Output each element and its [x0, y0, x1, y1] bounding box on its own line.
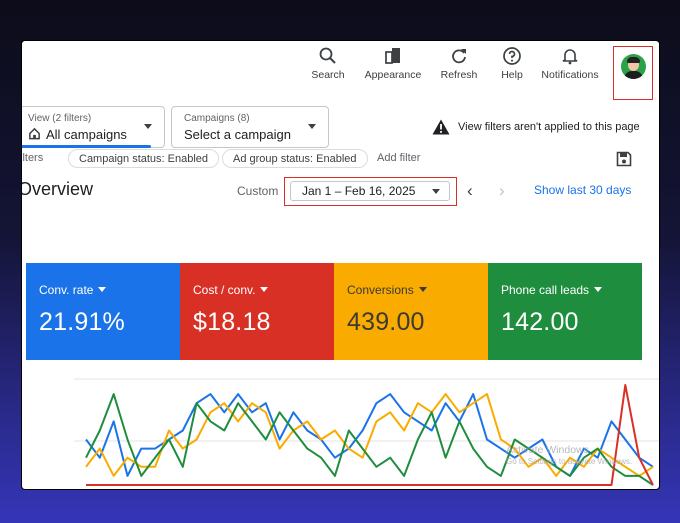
chevron-down-icon [418, 287, 427, 292]
help-label: Help [501, 69, 523, 81]
chevron-down-icon [308, 124, 316, 129]
appearance-button[interactable]: Appearance [362, 46, 424, 81]
help-icon [502, 46, 522, 66]
metric-title-text: Conv. rate [39, 283, 94, 297]
chevron-down-icon [594, 287, 603, 292]
search-label: Search [311, 69, 345, 81]
metric-title: Phone call leads [501, 283, 603, 297]
show-last-30-days-link[interactable]: Show last 30 days [534, 183, 631, 197]
chevron-down-icon [260, 287, 269, 292]
watermark-subtitle: Go to Settings to activate Windows. [506, 457, 633, 466]
metric-card-cost-per-conv[interactable]: Cost / conv. $18.18 [180, 263, 334, 360]
filter-chip-bar: ilters Campaign status: Enabled Ad group… [22, 148, 659, 170]
performance-line-chart [74, 378, 659, 486]
help-button[interactable]: Help [495, 46, 529, 81]
filter-warning-text: View filters aren't applied to this page [458, 121, 640, 133]
metric-value: 439.00 [347, 308, 425, 336]
campaign-filter-label: Campaigns (8) [184, 113, 250, 124]
appearance-icon [383, 46, 403, 66]
windows-activation-watermark: Activate Windows Go to Settings to activ… [506, 444, 632, 468]
metric-value: 21.91% [39, 308, 125, 336]
chevron-down-icon [98, 287, 107, 292]
metric-value: $18.18 [193, 308, 271, 336]
filters-label: ilters [22, 152, 44, 164]
chip-campaign-status[interactable]: Campaign status: Enabled [68, 149, 220, 168]
appearance-label: Appearance [364, 69, 422, 81]
top-toolbar: Search Appearance Refresh Help Notificat… [22, 41, 659, 103]
metric-title-text: Conversions [347, 283, 414, 297]
refresh-icon [449, 46, 469, 66]
metric-title: Cost / conv. [193, 283, 269, 297]
refresh-label: Refresh [440, 69, 478, 81]
watermark-title: Activate Windows [506, 444, 589, 456]
date-range-value: Jan 1 – Feb 16, 2025 [302, 184, 416, 198]
date-preset-label: Custom [237, 184, 279, 198]
notifications-label: Notifications [541, 69, 599, 81]
page-title: Overview [22, 179, 94, 199]
metric-title: Conv. rate [39, 283, 107, 297]
view-filter-value: All campaigns [46, 127, 127, 142]
next-period-button[interactable]: › [499, 181, 505, 201]
metric-card-conv-rate[interactable]: Conv. rate 21.91% [26, 263, 180, 360]
date-range-picker[interactable]: Jan 1 – Feb 16, 2025 [290, 181, 450, 201]
campaign-filter-select[interactable]: Campaigns (8) Select a campaign [171, 106, 329, 148]
view-filter-label: View (2 filters) [28, 113, 92, 124]
metric-title-text: Phone call leads [501, 283, 590, 297]
chevron-down-icon [432, 189, 440, 194]
avatar-hair [627, 57, 640, 63]
date-range-highlight: Jan 1 – Feb 16, 2025 [284, 177, 457, 206]
chip-ad-group-status[interactable]: Ad group status: Enabled [222, 149, 368, 168]
chart-series-line-3 [86, 384, 654, 486]
previous-period-button[interactable]: ‹ [467, 181, 473, 201]
save-icon[interactable] [616, 151, 632, 167]
chevron-down-icon [144, 124, 152, 129]
account-avatar-button[interactable] [613, 46, 653, 100]
refresh-button[interactable]: Refresh [437, 46, 481, 81]
bell-icon [560, 46, 580, 66]
warning-icon [432, 119, 450, 135]
metric-card-phone-call-leads[interactable]: Phone call leads 142.00 [488, 263, 642, 360]
metric-value: 142.00 [501, 308, 579, 336]
metric-title: Conversions [347, 283, 427, 297]
notifications-button[interactable]: Notifications [538, 46, 602, 81]
home-icon [29, 127, 40, 140]
metric-title-text: Cost / conv. [193, 283, 256, 297]
avatar-body [624, 71, 643, 79]
search-button[interactable]: Search [306, 46, 350, 81]
avatar [621, 54, 646, 79]
campaign-filter-value: Select a campaign [184, 127, 291, 142]
add-filter-button[interactable]: Add filter [377, 152, 420, 164]
search-icon [318, 46, 338, 66]
metric-card-conversions[interactable]: Conversions 439.00 [334, 263, 488, 360]
view-filter-select[interactable]: View (2 filters) All campaigns [22, 106, 165, 148]
google-ads-window: Search Appearance Refresh Help Notificat… [22, 41, 659, 489]
